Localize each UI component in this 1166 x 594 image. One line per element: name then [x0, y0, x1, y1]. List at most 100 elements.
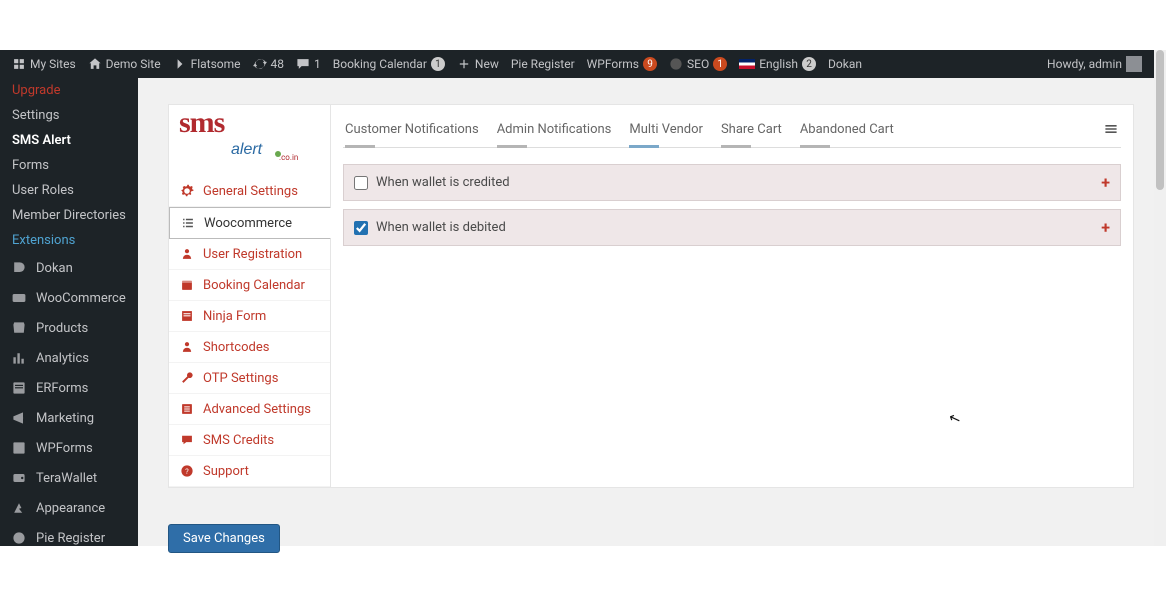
plugin-nav-shortcodes[interactable]: Shortcodes — [169, 332, 330, 363]
menu-analytics[interactable]: Analytics — [0, 343, 138, 373]
english-badge: 2 — [802, 57, 816, 71]
save-button[interactable]: Save Changes — [168, 524, 280, 553]
adminbar-howdy-label: Howdy, admin — [1047, 57, 1122, 71]
page-scrollbar[interactable] — [1154, 50, 1166, 546]
booking-badge: 1 — [431, 57, 445, 71]
plugin-nav-general-settings[interactable]: General Settings — [169, 176, 330, 207]
plugin-nav-booking-calendar[interactable]: Booking Calendar — [169, 270, 330, 301]
plugin-nav-label: Support — [203, 464, 249, 479]
uk-flag-icon — [739, 59, 755, 69]
tab-share-cart[interactable]: Share Cart — [721, 122, 782, 141]
submenu-settings[interactable]: Settings — [0, 103, 138, 128]
tab-abandoned-cart[interactable]: Abandoned Cart — [800, 122, 894, 141]
menu-wpforms-label: WPForms — [36, 441, 93, 456]
accordion-label: When wallet is credited — [376, 175, 510, 190]
adminbar-my-sites[interactable]: My Sites — [6, 50, 82, 78]
update-icon — [253, 57, 267, 71]
plugin-nav-support[interactable]: ? Support — [169, 456, 330, 487]
expand-button[interactable]: + — [1101, 218, 1110, 237]
marketing-icon — [10, 409, 28, 427]
plugin-nav-sms-credits[interactable]: SMS Credits — [169, 425, 330, 456]
plugin-nav-woocommerce[interactable]: Woocommerce — [169, 207, 331, 239]
adminbar-dokan[interactable]: Dokan — [822, 50, 868, 78]
menu-dokan[interactable]: Dokan — [0, 253, 138, 283]
tab-multi-vendor[interactable]: Multi Vendor — [629, 122, 703, 141]
menu-terawallet[interactable]: TeraWallet — [0, 463, 138, 493]
tab-customer-notifications[interactable]: Customer Notifications — [345, 122, 479, 141]
plugin-nav-label: General Settings — [203, 184, 298, 199]
submenu-sms-alert[interactable]: SMS Alert — [0, 128, 138, 153]
adminbar-booking[interactable]: Booking Calendar 1 — [327, 50, 451, 78]
plugin-nav-advanced-settings[interactable]: Advanced Settings — [169, 394, 330, 425]
accordion-checkbox[interactable] — [354, 221, 368, 235]
menu-dokan-label: Dokan — [36, 261, 73, 276]
form-icon — [179, 308, 195, 324]
settings-panel: Customer Notifications Admin Notification… — [331, 104, 1134, 488]
menu-erforms[interactable]: ERForms — [0, 373, 138, 403]
plus-icon — [457, 57, 471, 71]
menu-erforms-label: ERForms — [36, 381, 88, 396]
question-icon: ? — [179, 463, 195, 479]
adminbar-language[interactable]: English 2 — [733, 50, 822, 78]
accordion-checkbox[interactable] — [354, 176, 368, 190]
comment-icon — [296, 57, 310, 71]
plugin-nav-label: Ninja Form — [203, 309, 266, 324]
submenu-forms[interactable]: Forms — [0, 153, 138, 178]
adminbar-wpforms-label: WPForms — [587, 57, 639, 71]
menu-appearance[interactable]: Appearance — [0, 493, 138, 523]
adminbar-my-sites-label: My Sites — [30, 57, 76, 71]
user-icon — [179, 246, 195, 262]
plugin-nav-user-registration[interactable]: User Registration — [169, 239, 330, 270]
adminbar-flatsome[interactable]: Flatsome — [167, 50, 247, 78]
menu-terawallet-label: TeraWallet — [36, 471, 97, 486]
submenu-extensions[interactable]: Extensions — [0, 228, 138, 253]
list-icon — [180, 215, 196, 231]
adminbar-flatsome-label: Flatsome — [191, 57, 241, 71]
submenu-user-roles[interactable]: User Roles — [0, 178, 138, 203]
adminbar-comments-count: 1 — [314, 57, 321, 71]
analytics-icon — [10, 349, 28, 367]
pie-register-icon — [10, 529, 28, 546]
erforms-icon — [10, 379, 28, 397]
accordion-label: When wallet is debited — [376, 220, 506, 235]
yoast-icon — [669, 57, 683, 71]
plugin-nav-ninja-form[interactable]: Ninja Form — [169, 301, 330, 332]
adminbar-comments[interactable]: 1 — [290, 50, 327, 78]
wp-admin-bar: My Sites Demo Site Flatsome 48 1 Booking… — [0, 50, 1154, 78]
gear-icon — [179, 183, 195, 199]
products-icon — [10, 319, 28, 337]
menu-marketing-label: Marketing — [36, 411, 94, 426]
sms-alert-logo: sms alert .co.in — [169, 105, 330, 176]
adminbar-pie-register[interactable]: Pie Register — [505, 50, 581, 78]
user-icon — [179, 339, 195, 355]
adminbar-demo-site-label: Demo Site — [106, 57, 161, 71]
adminbar-updates[interactable]: 48 — [247, 50, 291, 78]
accordion-row: When wallet is credited + — [343, 164, 1121, 201]
adminbar-new[interactable]: New — [451, 50, 505, 78]
scroll-thumb[interactable] — [1156, 50, 1164, 190]
menu-pie-register[interactable]: Pie Register — [0, 523, 138, 546]
adminbar-seo[interactable]: SEO 1 — [663, 50, 733, 78]
wp-admin-menu: Upgrade Settings SMS Alert Forms User Ro… — [0, 78, 138, 546]
expand-button[interactable]: + — [1101, 173, 1110, 192]
plugin-nav-label: User Registration — [203, 247, 302, 262]
plugin-nav-otp-settings[interactable]: OTP Settings — [169, 363, 330, 394]
submenu-member-directories[interactable]: Member Directories — [0, 203, 138, 228]
more-tabs-button[interactable] — [1103, 121, 1119, 141]
adminbar-account[interactable]: Howdy, admin — [1041, 50, 1148, 78]
calendar-icon — [179, 277, 195, 293]
menu-products[interactable]: Products — [0, 313, 138, 343]
logo-main: sms — [179, 111, 294, 135]
plugin-nav-label: Booking Calendar — [203, 278, 305, 293]
menu-woocommerce[interactable]: WooCommerce — [0, 283, 138, 313]
tab-admin-notifications[interactable]: Admin Notifications — [497, 122, 612, 141]
menu-wpforms[interactable]: WPForms — [0, 433, 138, 463]
menu-woocommerce-label: WooCommerce — [36, 291, 126, 306]
submenu-upgrade[interactable]: Upgrade — [0, 78, 138, 103]
menu-marketing[interactable]: Marketing — [0, 403, 138, 433]
adminbar-demo-site[interactable]: Demo Site — [82, 50, 167, 78]
wpforms-badge: 9 — [643, 57, 657, 71]
adminbar-wpforms[interactable]: WPForms 9 — [581, 50, 663, 78]
menu-appearance-label: Appearance — [36, 501, 105, 516]
home-icon — [88, 57, 102, 71]
